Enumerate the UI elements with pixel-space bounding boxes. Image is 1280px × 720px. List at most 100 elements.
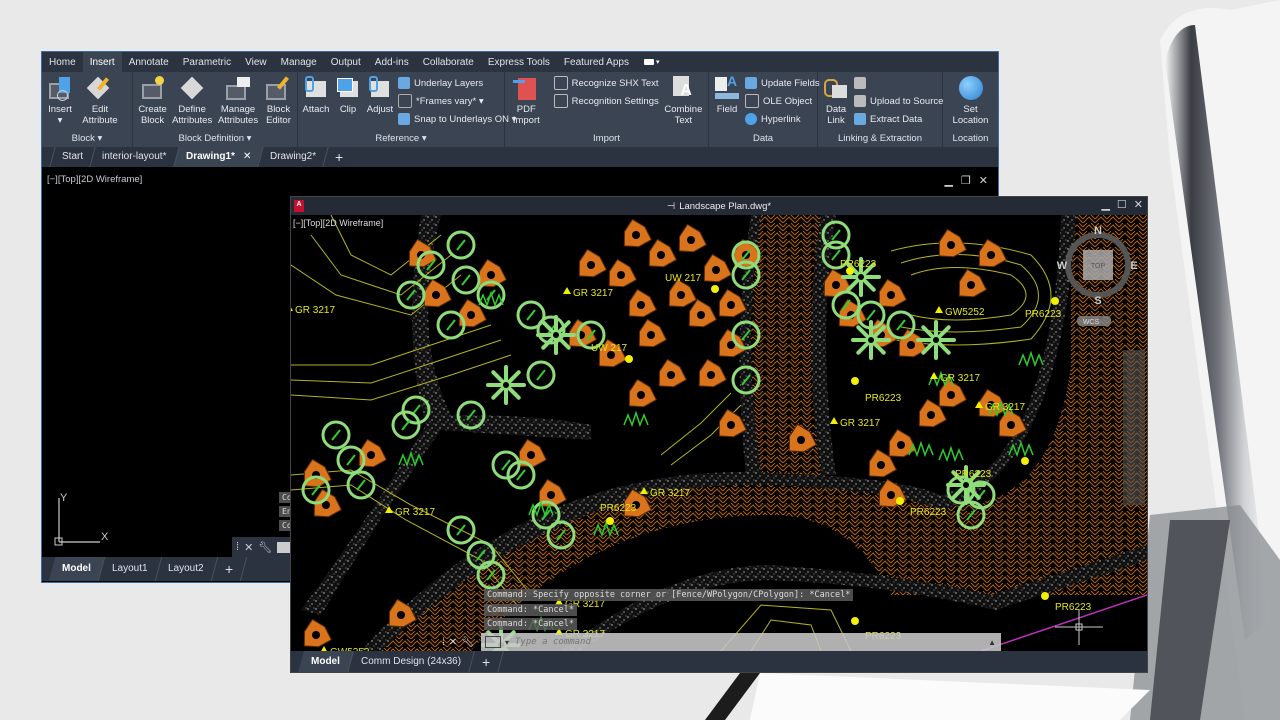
wrench-icon[interactable]: 🔧︎ xyxy=(461,637,474,648)
add-layout-button[interactable]: + xyxy=(468,651,505,672)
adjust-button[interactable]: Adjust xyxy=(366,75,394,115)
insert-button[interactable]: Insert ▾ xyxy=(46,75,74,126)
tab-insert[interactable]: Insert xyxy=(82,52,122,72)
ucs-x-label: X xyxy=(101,531,109,543)
drag-handle-icon[interactable]: ⁞ xyxy=(236,541,239,553)
layout-tab-layout2[interactable]: Layout2 xyxy=(155,557,219,581)
block-editor-button[interactable]: Block Editor xyxy=(264,75,293,126)
edit-attribute-button[interactable]: Edit Attribute xyxy=(78,75,122,126)
new-tab-button[interactable]: + xyxy=(322,147,355,167)
drawing-canvas[interactable]: GR 3217 GR 3217 UW 217 UW 217 PR6223 GW5252 PR… xyxy=(291,215,1147,651)
tab-manage[interactable]: Manage xyxy=(274,52,324,72)
panel-title-reference[interactable]: Reference ▾ xyxy=(298,132,504,147)
snap-to-underlays-dropdown[interactable]: Snap to Underlays ON ▾ xyxy=(398,112,516,126)
plant-label: GR 3217 xyxy=(940,373,980,384)
field-button[interactable]: A Field xyxy=(713,74,741,115)
set-location-button[interactable]: Set Location xyxy=(947,75,994,126)
compass-w[interactable]: W xyxy=(1057,260,1068,272)
plant-label: PR6223 xyxy=(910,507,947,518)
tab-view[interactable]: View xyxy=(238,52,274,72)
plant-label: PR6223 xyxy=(600,503,637,514)
clip-button[interactable]: Clip xyxy=(334,75,362,115)
recent-commands-caret-icon[interactable]: ▾ xyxy=(505,638,509,647)
layout-tab-model[interactable]: Model xyxy=(298,651,354,672)
panel-data: A Field Update Fields OLE Object Hyperli… xyxy=(709,72,820,147)
restore-icon[interactable]: ❐ xyxy=(961,174,971,187)
shrub-center xyxy=(617,271,625,279)
data-link-button[interactable]: Data Link xyxy=(822,75,850,126)
minimize-icon[interactable]: ▁ xyxy=(944,174,952,187)
block-editor-icon xyxy=(265,75,291,101)
attach-button[interactable]: Attach xyxy=(302,75,330,115)
doc-tab-drawing2[interactable]: Drawing2* xyxy=(257,147,328,167)
wrench-icon[interactable]: 🔧︎ xyxy=(258,541,272,554)
ole-object-button[interactable]: OLE Object xyxy=(745,94,820,108)
hyperlink-button[interactable]: Hyperlink xyxy=(745,112,820,126)
compass-e[interactable]: E xyxy=(1130,260,1137,272)
ribbon-display-toggle[interactable]: ▾ xyxy=(643,57,666,67)
define-attributes-button[interactable]: Define Attributes xyxy=(172,75,212,126)
minimize-icon[interactable]: ▁ xyxy=(1101,198,1109,211)
tab-add-ins[interactable]: Add-ins xyxy=(368,52,416,72)
doc-tab-interior-layout[interactable]: interior-layout* xyxy=(89,147,179,167)
maximize-icon[interactable]: ☐ xyxy=(1117,198,1127,211)
shrub-center xyxy=(687,236,695,244)
command-history-line: Command: *Cancel* xyxy=(484,604,577,616)
update-fields-button[interactable]: Update Fields xyxy=(745,76,820,90)
combine-text-button[interactable]: A Combine Text xyxy=(663,75,704,126)
shrub-center xyxy=(947,241,955,249)
pdf-icon xyxy=(513,75,539,101)
extract-data-button[interactable]: Extract Data xyxy=(854,112,943,126)
shrub-center xyxy=(697,311,705,319)
shrub-center xyxy=(667,371,675,379)
layout-tab-comm-design[interactable]: Comm Design (24x36) xyxy=(347,651,475,672)
panel-title-block-definition[interactable]: Block Definition ▾ xyxy=(133,132,297,147)
pin-icon[interactable]: ⊣ xyxy=(667,201,675,212)
close-command-icon[interactable]: ✕ xyxy=(244,541,253,554)
shrub-center xyxy=(637,391,645,399)
compass-s[interactable]: S xyxy=(1094,295,1101,307)
plant-label: GW5252 xyxy=(945,307,985,318)
tab-collaborate[interactable]: Collaborate xyxy=(416,52,481,72)
tab-output[interactable]: Output xyxy=(324,52,368,72)
snap-icon xyxy=(398,113,410,125)
recognition-settings-button[interactable]: Recognition Settings xyxy=(553,94,659,108)
pdf-import-button[interactable]: PDF Import xyxy=(509,75,544,126)
combine-text-icon: A xyxy=(670,75,696,101)
layout-tab-layout1[interactable]: Layout1 xyxy=(98,557,162,581)
layout-tabs: Model Comm Design (24x36) + xyxy=(291,651,1147,672)
add-layout-button[interactable]: + xyxy=(211,557,248,581)
window-title-bar[interactable]: A ⊣ Landscape Plan.dwg* ▁ ☐ ✕ xyxy=(291,197,1147,215)
drag-handle-icon[interactable]: ⁞ xyxy=(442,637,445,648)
shrub-center xyxy=(432,291,440,299)
close-tab-icon[interactable]: ✕ xyxy=(243,147,251,167)
underlay-layers-button[interactable]: Underlay Layers xyxy=(398,76,516,90)
tab-home[interactable]: Home xyxy=(42,52,83,72)
close-icon[interactable]: ✕ xyxy=(979,174,988,187)
download-from-source-button[interactable] xyxy=(854,76,943,90)
command-history-expand-icon[interactable]: ▲ xyxy=(988,638,996,647)
command-history-line: Command: *Cancel* xyxy=(484,618,577,630)
viewport-controls-label[interactable]: [−][Top][2D Wireframe] xyxy=(47,174,142,185)
command-input[interactable] xyxy=(513,636,989,648)
compass-n[interactable]: N xyxy=(1094,225,1102,237)
shrub-center xyxy=(797,436,805,444)
tab-parametric[interactable]: Parametric xyxy=(176,52,238,72)
frames-vary-dropdown[interactable]: *Frames vary* ▾ xyxy=(398,94,516,108)
doc-tab-start[interactable]: Start xyxy=(49,147,95,167)
layout-tab-model[interactable]: Model xyxy=(48,557,106,581)
panel-title-block[interactable]: Block ▾ xyxy=(42,132,132,147)
create-block-button[interactable]: Create Block xyxy=(137,75,168,126)
tab-featured-apps[interactable]: Featured Apps xyxy=(557,52,636,72)
manage-attributes-button[interactable]: Manage Attributes xyxy=(216,75,260,126)
close-icon[interactable]: ✕ xyxy=(1134,198,1143,211)
recognize-shx-text-button[interactable]: Recognize SHX Text xyxy=(553,76,659,90)
command-prompt-icon[interactable] xyxy=(485,636,501,648)
tab-annotate[interactable]: Annotate xyxy=(122,52,176,72)
navigation-bar[interactable] xyxy=(1123,350,1145,505)
upload-to-source-button[interactable]: Upload to Source xyxy=(854,94,943,108)
tab-express-tools[interactable]: Express Tools xyxy=(481,52,557,72)
close-command-icon[interactable]: ✕ xyxy=(449,637,457,648)
doc-tab-drawing1[interactable]: Drawing1* ✕ xyxy=(172,147,263,167)
viewport-controls-label[interactable]: [−][Top][2D Wireframe] xyxy=(293,218,383,228)
